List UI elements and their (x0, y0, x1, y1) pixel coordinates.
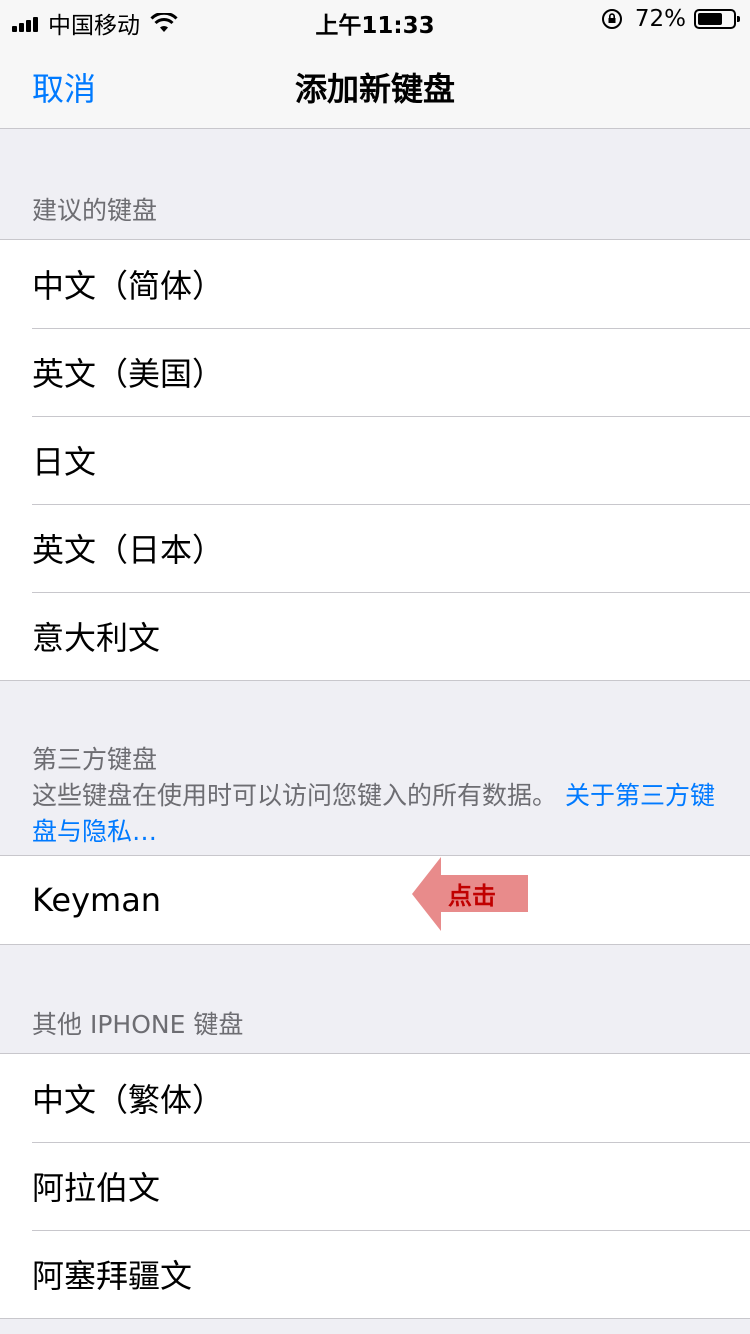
third-party-title: 第三方键盘 (32, 745, 158, 774)
section-header-suggested: 建议的键盘 (32, 196, 158, 225)
battery-icon (694, 9, 740, 29)
keyboard-item[interactable]: 中文（繁体） (0, 1054, 750, 1142)
other-keyboard-list: 中文（繁体） 阿拉伯文 阿塞拜疆文 (0, 1053, 750, 1319)
keyboard-item-keyman[interactable]: Keyman (0, 856, 750, 944)
keyboard-item[interactable]: 英文（美国） (0, 328, 750, 416)
status-right: 72% (601, 6, 740, 32)
battery-fill (698, 13, 723, 25)
keyboard-item[interactable]: 英文（日本） (0, 504, 750, 592)
keyboard-item[interactable]: 意大利文 (0, 592, 750, 680)
section-header-third-party: 第三方键盘 这些键盘在使用时可以访问您键入的所有数据。 关于第三方键盘与隐私… (32, 742, 722, 850)
annotation-label: 点击 (448, 882, 496, 910)
battery-tip (737, 16, 740, 22)
third-party-description: 这些键盘在使用时可以访问您键入的所有数据。 关于第三方键盘与隐私… (32, 778, 722, 850)
page-title: 添加新键盘 (294, 70, 455, 108)
keyboard-item[interactable]: 中文（简体） (0, 240, 750, 328)
third-party-desc-text: 这些键盘在使用时可以访问您键入的所有数据。 (32, 781, 558, 810)
status-bar: 中国移动 上午11:33 72% (0, 0, 750, 40)
nav-bar: 取消 添加新键盘 (0, 40, 750, 129)
orientation-lock-icon (601, 9, 622, 29)
suggested-keyboard-list: 中文（简体） 英文（美国） 日文 英文（日本） 意大利文 (0, 239, 750, 681)
keyboard-item[interactable]: 阿塞拜疆文 (0, 1230, 750, 1318)
third-party-keyboard-list: Keyman (0, 855, 750, 945)
battery-percent: 72% (634, 6, 686, 32)
section-header-other: 其他 IPHONE 键盘 (32, 1010, 244, 1039)
keyboard-item[interactable]: 日文 (0, 416, 750, 504)
keyboard-item[interactable]: 阿拉伯文 (0, 1142, 750, 1230)
